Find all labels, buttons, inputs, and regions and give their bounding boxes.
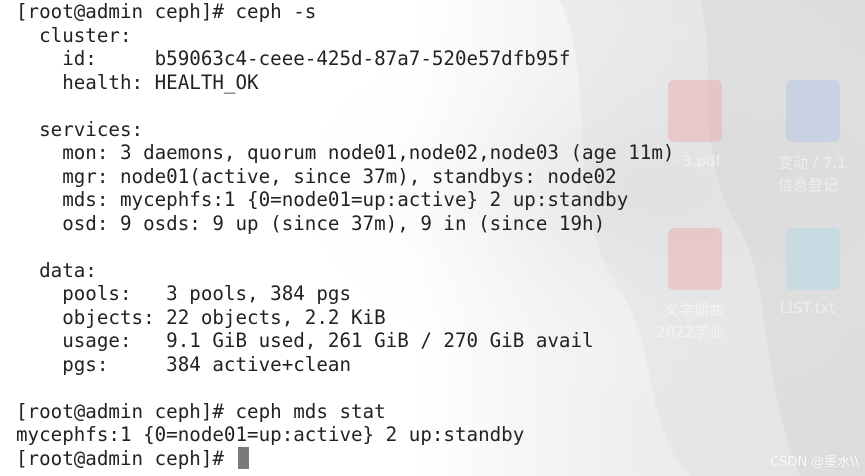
text-cursor[interactable] <box>237 446 249 469</box>
terminal-window[interactable]: - 3.pdf 变动 / 7.1 信息登记 文学期曲 2022学业 LIST.t… <box>0 0 865 476</box>
terminal-line-osd: osd: 9 osds: 9 up (since 37m), 9 in (sin… <box>16 211 606 235</box>
desktop-icon-label: 信息登记 <box>778 176 839 194</box>
terminal-line-usage: usage: 9.1 GiB used, 261 GiB / 270 GiB a… <box>16 329 594 352</box>
terminal-line-pools: pools: 3 pools, 384 pgs <box>16 282 352 305</box>
terminal-line-health: health: HEALTH_OK <box>16 70 259 94</box>
pdf-file-icon[interactable] <box>668 80 722 142</box>
desktop-icon-label: 2022学业 <box>656 323 725 341</box>
desktop-icon-label: LIST.txt <box>780 299 836 317</box>
watermark: CSDN @墨水\\ <box>770 455 859 470</box>
terminal-line-data: data: <box>16 258 97 282</box>
terminal-line-mgr: mgr: node01(active, since 37m), standbys… <box>16 164 617 188</box>
terminal-line-prompt-mds-stat: [root@admin ceph]# ceph mds stat <box>16 399 386 423</box>
desktop-icon-label: 变动 / 7.1 <box>778 154 847 172</box>
terminal-line-id: id: b59063c4-ceee-425d-87a7-520e57dfb95f <box>16 47 571 70</box>
terminal-line-mon: mon: 3 daemons, quorum node01,node02,nod… <box>16 141 675 164</box>
terminal-line-mds-stat-output: mycephfs:1 {0=node01=up:active} 2 up:sta… <box>16 423 525 446</box>
terminal-line-prompt-ceph-s: [root@admin ceph]# ceph -s <box>16 0 317 23</box>
terminal-line-pgs: pgs: 384 active+clean <box>16 352 352 376</box>
terminal-input-line[interactable]: [root@admin ceph]# <box>16 446 249 470</box>
terminal-line-objects: objects: 22 objects, 2.2 KiB <box>16 305 386 329</box>
terminal-line-mds: mds: mycephfs:1 {0=node01=up:active} 2 u… <box>16 188 629 211</box>
terminal-prompt: [root@admin ceph]# <box>16 446 236 470</box>
terminal-line-services: services: <box>16 117 144 141</box>
terminal-line-cluster: cluster: <box>16 23 132 47</box>
text-file-icon[interactable] <box>786 228 840 290</box>
word-file-icon[interactable] <box>786 80 840 142</box>
pdf-file-icon-2[interactable] <box>668 228 722 290</box>
desktop-icon-label: 文学期曲 <box>664 301 725 319</box>
desktop-icon-label: - 3.pdf <box>672 152 721 170</box>
